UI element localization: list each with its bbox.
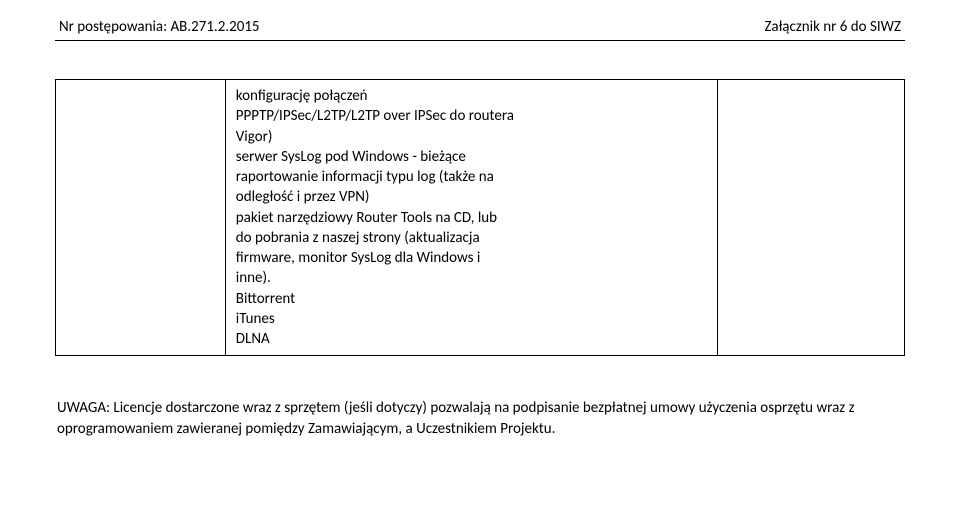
table-cell-col1 <box>56 80 226 356</box>
note-label: UWAGA: <box>57 399 110 417</box>
spec-table: konfigurację połączeń PPPTP/IPSec/L2TP/L… <box>55 79 905 356</box>
spec-line: pakiet narzędziowy Router Tools na CD, l… <box>236 208 707 228</box>
spec-line: Bittorrent <box>236 289 707 309</box>
license-note: UWAGA: Licencje dostarczone wraz z sprzę… <box>55 398 905 439</box>
spec-line: raportowanie informacji typu log (także … <box>236 167 707 187</box>
spec-line: serwer SysLog pod Windows - bieżące <box>236 147 707 167</box>
page: Nr postępowania: AB.271.2.2015 Załącznik… <box>0 0 960 525</box>
table-cell-col2: konfigurację połączeń PPPTP/IPSec/L2TP/L… <box>225 80 717 356</box>
spec-table-wrap: konfigurację połączeń PPPTP/IPSec/L2TP/L… <box>55 79 905 356</box>
page-header: Nr postępowania: AB.271.2.2015 Załącznik… <box>55 18 905 41</box>
spec-line: inne). <box>236 268 707 288</box>
spec-content: konfigurację połączeń PPPTP/IPSec/L2TP/L… <box>236 86 707 349</box>
table-cell-col3 <box>718 80 905 356</box>
spec-line: do pobrania z naszej strony (aktualizacj… <box>236 228 707 248</box>
spec-line: firmware, monitor SysLog dla Windows i <box>236 248 707 268</box>
spec-line: konfigurację połączeń <box>236 86 707 106</box>
spec-line: odległość i przez VPN) <box>236 187 707 207</box>
spec-line: Vigor) <box>236 127 707 147</box>
header-left: Nr postępowania: AB.271.2.2015 <box>59 18 260 36</box>
spec-line: PPPTP/IPSec/L2TP/L2TP over IPSec do rout… <box>236 106 707 126</box>
header-right: Załącznik nr 6 do SIWZ <box>764 18 901 36</box>
note-text: Licencje dostarczone wraz z sprzętem (je… <box>57 399 855 437</box>
spec-line: DLNA <box>236 329 707 349</box>
spec-line: iTunes <box>236 309 707 329</box>
table-row: konfigurację połączeń PPPTP/IPSec/L2TP/L… <box>56 80 905 356</box>
